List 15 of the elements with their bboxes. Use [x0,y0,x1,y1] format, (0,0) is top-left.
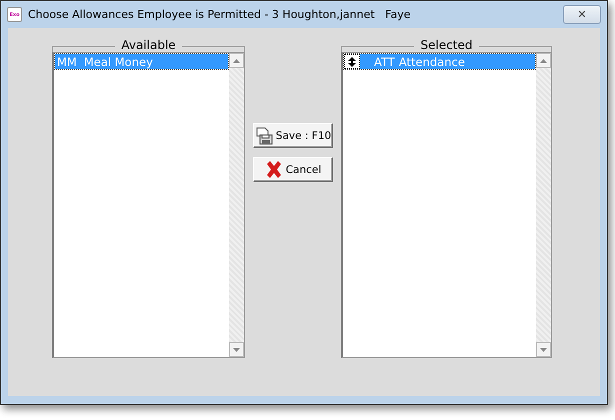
cross-icon [264,161,283,178]
scroll-down-icon[interactable] [229,342,244,357]
drag-handle-icon[interactable] [344,54,360,69]
scroll-up-icon[interactable] [536,53,551,68]
list-title: Available [120,38,177,52]
scroll-down-icon[interactable] [536,342,551,357]
window-title: Choose Allowances Employee is Permitted - 3 Houghton,jannet Faye [28,8,412,21]
close-button[interactable]: ✕ [563,5,601,24]
floppy-disk-icon [254,126,273,144]
list-title: Selected [419,38,474,52]
save-button[interactable]: Save : F10 [253,123,333,148]
scrollbar[interactable] [536,53,551,357]
scrollbar[interactable] [229,53,244,357]
scroll-up-icon[interactable] [229,53,244,68]
cancel-button[interactable]: Cancel [253,157,333,182]
